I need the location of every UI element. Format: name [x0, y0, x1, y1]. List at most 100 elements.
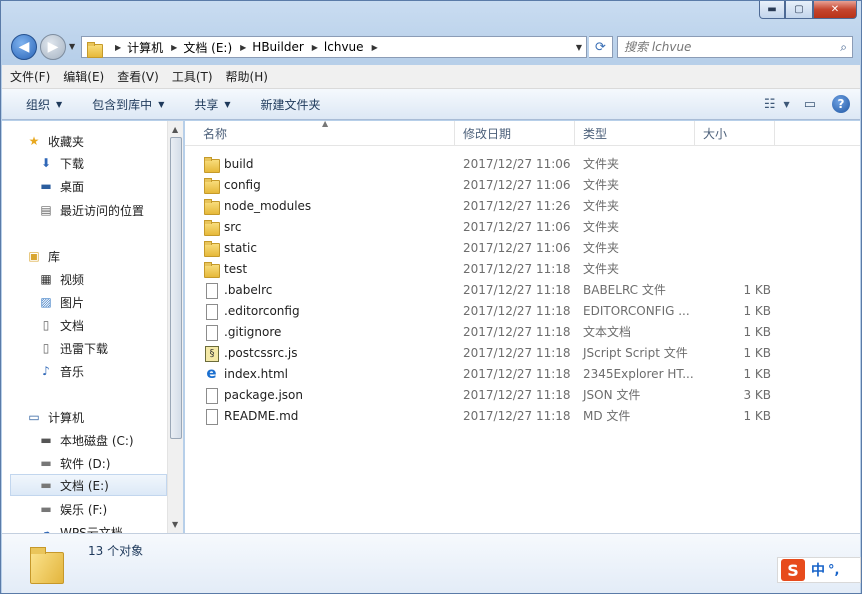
- share-button[interactable]: 共享 ▼: [194, 96, 230, 113]
- table-row[interactable]: package.json 2017/12/27 11:18 JSON 文件 3 KB: [185, 384, 785, 405]
- file-name: node_modules: [224, 198, 312, 213]
- file-date: 2017/12/27 11:18: [463, 303, 571, 318]
- explorer-window: ▬ ▢ ✕ ◀ ▶ ▼ ▶ 计算机 ▶ 文档 (E:) ▶ HBuilder ▶…: [0, 0, 862, 594]
- column-type[interactable]: 类型: [575, 121, 695, 145]
- scroll-up-icon[interactable]: ▲: [172, 125, 178, 134]
- file-name-cell: .babelrc: [185, 282, 455, 299]
- file-date: 2017/12/27 11:18: [463, 387, 571, 402]
- file-size: 1 KB: [743, 345, 771, 360]
- file-type: 文件夹: [583, 157, 620, 171]
- menu-view[interactable]: 查看(V): [117, 68, 159, 85]
- close-button[interactable]: ✕: [813, 1, 857, 19]
- nav-item-wps-cloud[interactable]: ☁ WPS云文档: [38, 521, 183, 533]
- document-icon: ▯: [42, 318, 50, 332]
- script-file-icon: [203, 345, 219, 362]
- file-date: 2017/12/27 11:18: [463, 261, 571, 276]
- table-row[interactable]: index.html 2017/12/27 11:18 2345Explorer H…: [185, 363, 785, 384]
- nav-item-videos[interactable]: ▦ 视频: [38, 268, 183, 290]
- file-date: 2017/12/27 11:06: [463, 219, 571, 234]
- preview-pane-icon[interactable]: ▭: [804, 97, 816, 112]
- menu-file[interactable]: 文件(F): [10, 68, 50, 85]
- recent-pages-dropdown[interactable]: ▼: [69, 42, 75, 51]
- nav-item-thunder-downloads[interactable]: ▯ 迅雷下载: [38, 337, 183, 359]
- table-row[interactable]: config 2017/12/27 11:06 文件夹: [185, 174, 785, 195]
- file-icon: [203, 387, 219, 404]
- search-icon[interactable]: ⌕: [840, 40, 847, 55]
- breadcrumb: ▶ 计算机 ▶ 文档 (E:) ▶ HBuilder ▶ lchvue ▶: [115, 39, 378, 56]
- nav-favorites[interactable]: ★ 收藏夹: [26, 130, 183, 152]
- file-name-cell: .postcssrc.js: [185, 345, 455, 362]
- folder-icon: [203, 198, 220, 215]
- view-mode-icon[interactable]: ☷: [764, 97, 776, 112]
- column-size[interactable]: 大小: [695, 121, 775, 145]
- maximize-button[interactable]: ▢: [785, 1, 813, 19]
- table-row[interactable]: .editorconfig 2017/12/27 11:18 EDITORCONFI…: [185, 300, 785, 321]
- table-row[interactable]: .gitignore 2017/12/27 11:18 文本文档 1 KB: [185, 321, 785, 342]
- nav-item-pictures[interactable]: ▨ 图片: [38, 291, 183, 313]
- breadcrumb-computer[interactable]: 计算机: [127, 39, 163, 56]
- download-folder-icon: ⬇: [40, 156, 52, 170]
- library-icon: ▣: [28, 249, 40, 263]
- table-row[interactable]: .babelrc 2017/12/27 11:18 BABELRC 文件 1 KB: [185, 279, 785, 300]
- nav-item-desktop[interactable]: ▬ 桌面: [38, 175, 183, 197]
- address-dropdown-icon[interactable]: ▼: [576, 43, 582, 52]
- table-row[interactable]: static 2017/12/27 11:06 文件夹: [185, 237, 785, 258]
- file-icon: [203, 303, 219, 320]
- breadcrumb-hbuilder[interactable]: HBuilder: [252, 40, 303, 54]
- breadcrumb-drive-e[interactable]: 文档 (E:): [183, 39, 232, 56]
- address-bar[interactable]: ▶ 计算机 ▶ 文档 (E:) ▶ HBuilder ▶ lchvue ▶ ▼: [81, 36, 587, 58]
- arrow-left-icon: ◀: [18, 39, 30, 55]
- nav-scrollbar[interactable]: ▲ ▼: [167, 121, 183, 533]
- file-type: BABELRC 文件: [583, 283, 666, 297]
- scroll-down-icon[interactable]: ▼: [172, 520, 178, 529]
- nav-item-downloads[interactable]: ⬇ 下载: [38, 152, 183, 174]
- column-date[interactable]: 修改日期: [455, 121, 575, 145]
- forward-button[interactable]: ▶: [40, 34, 66, 60]
- file-date: 2017/12/27 11:18: [463, 324, 571, 339]
- table-row[interactable]: src 2017/12/27 11:06 文件夹: [185, 216, 785, 237]
- search-box[interactable]: ⌕: [617, 36, 853, 58]
- file-type: 文件夹: [583, 199, 620, 213]
- file-name-cell: package.json: [185, 387, 455, 404]
- nav-computer[interactable]: ▭ 计算机: [26, 406, 183, 428]
- nav-libraries[interactable]: ▣ 库: [26, 245, 183, 267]
- nav-item-documents[interactable]: ▯ 文档: [38, 314, 183, 336]
- table-row[interactable]: test 2017/12/27 11:18 文件夹: [185, 258, 785, 279]
- nav-item-drive-c[interactable]: ▬ 本地磁盘 (C:): [38, 429, 183, 451]
- sogou-logo[interactable]: S: [781, 559, 805, 581]
- nav-item-drive-d[interactable]: ▬ 软件 (D:): [38, 452, 183, 474]
- include-in-library-button[interactable]: 包含到库中 ▼: [92, 96, 164, 113]
- folder-icon: [203, 261, 220, 278]
- ime-punctuation[interactable]: °,: [828, 563, 839, 578]
- search-input[interactable]: [624, 40, 824, 54]
- file-name-cell: README.md: [185, 408, 455, 425]
- menu-edit[interactable]: 编辑(E): [63, 68, 104, 85]
- menu-tools[interactable]: 工具(T): [172, 68, 213, 85]
- back-button[interactable]: ◀: [11, 34, 37, 60]
- menu-help[interactable]: 帮助(H): [226, 68, 268, 85]
- file-type: JScript Script 文件: [583, 346, 688, 360]
- nav-item-recent-places[interactable]: ▤ 最近访问的位置: [38, 199, 183, 221]
- file-date: 2017/12/27 11:06: [463, 156, 571, 171]
- document-icon: ▯: [42, 341, 50, 355]
- help-icon[interactable]: ?: [832, 95, 850, 113]
- new-folder-button[interactable]: 新建文件夹: [261, 96, 321, 113]
- table-row[interactable]: node_modules 2017/12/27 11:26 文件夹: [185, 195, 785, 216]
- column-name[interactable]: 名称: [185, 121, 455, 145]
- breadcrumb-lchvue[interactable]: lchvue: [324, 40, 364, 54]
- column-header: ▲ 名称 修改日期 类型 大小: [185, 119, 860, 146]
- file-date: 2017/12/27 11:06: [463, 240, 571, 255]
- minimize-button[interactable]: ▬: [759, 1, 785, 19]
- ime-toolbar[interactable]: S 中 °,: [777, 557, 861, 583]
- scroll-thumb[interactable]: [170, 137, 182, 439]
- nav-item-drive-e[interactable]: ▬ 文档 (E:): [10, 474, 167, 496]
- table-row[interactable]: README.md 2017/12/27 11:18 MD 文件 1 KB: [185, 405, 785, 426]
- table-row[interactable]: .postcssrc.js 2017/12/27 11:18 JScript Scr…: [185, 342, 785, 363]
- organize-button[interactable]: 组织 ▼: [26, 96, 62, 113]
- refresh-button[interactable]: ⟳: [589, 36, 613, 58]
- ime-language[interactable]: 中: [811, 560, 825, 580]
- chevron-down-icon[interactable]: ▼: [784, 100, 790, 109]
- nav-item-music[interactable]: ♪ 音乐: [38, 360, 183, 382]
- nav-item-drive-f[interactable]: ▬ 娱乐 (F:): [38, 498, 183, 520]
- table-row[interactable]: build 2017/12/27 11:06 文件夹: [185, 153, 785, 174]
